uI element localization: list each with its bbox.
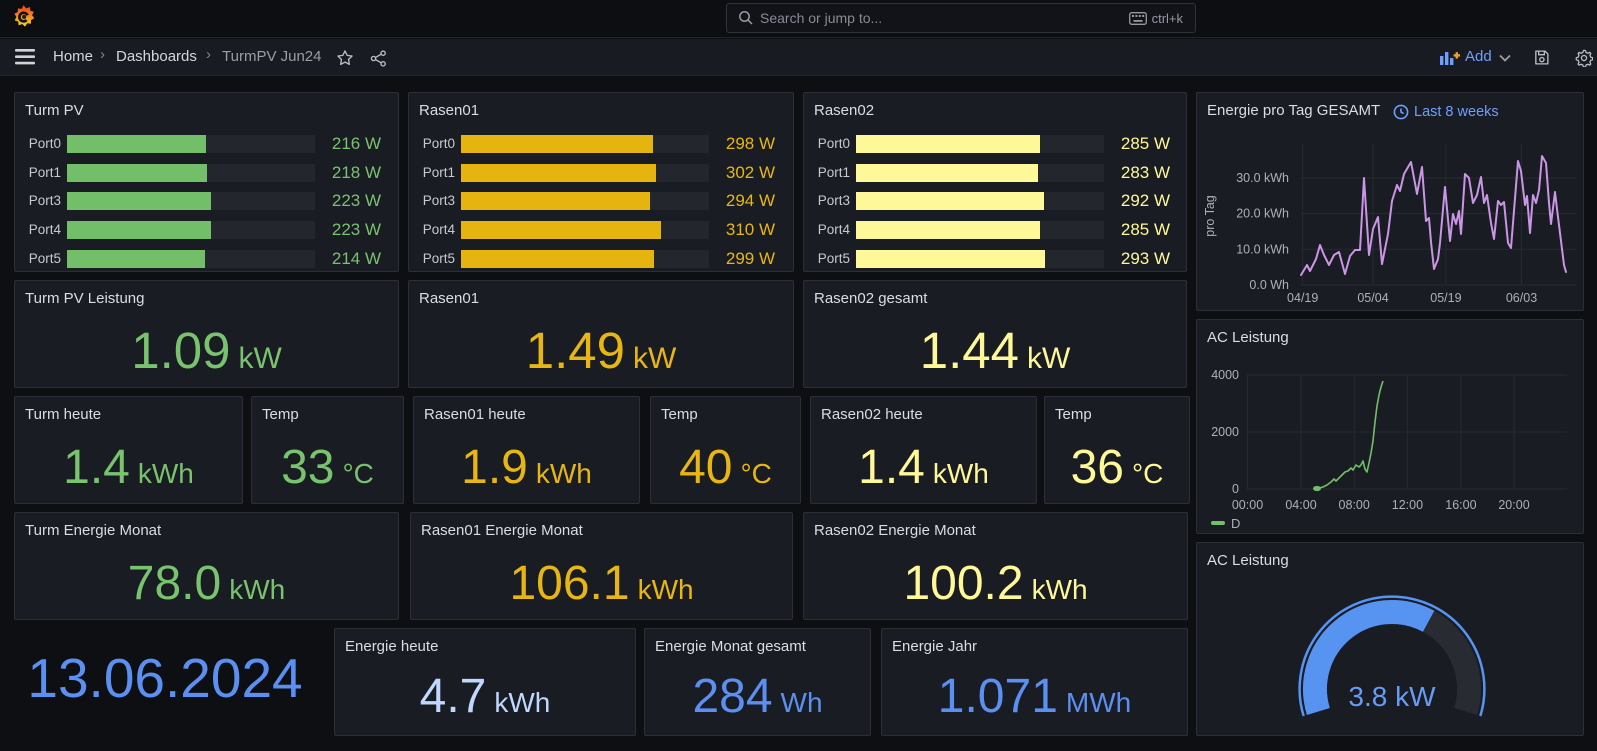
svg-text:05/19: 05/19	[1430, 291, 1461, 305]
svg-text:3.8 kW: 3.8 kW	[1348, 681, 1436, 712]
svg-text:10.0 kWh: 10.0 kWh	[1236, 242, 1289, 256]
svg-text:00:00: 00:00	[1232, 498, 1263, 512]
svg-text:06/03: 06/03	[1506, 291, 1537, 305]
svg-text:4000: 4000	[1211, 368, 1239, 382]
svg-text:0.0 Wh: 0.0 Wh	[1249, 278, 1289, 292]
svg-text:05/04: 05/04	[1357, 291, 1388, 305]
svg-text:0: 0	[1232, 482, 1239, 496]
svg-text:08:00: 08:00	[1339, 498, 1370, 512]
svg-text:30.0 kWh: 30.0 kWh	[1236, 171, 1289, 185]
svg-text:pro Tag: pro Tag	[1203, 195, 1217, 237]
svg-text:04/19: 04/19	[1287, 291, 1318, 305]
svg-text:D: D	[1231, 516, 1240, 531]
svg-text:2000: 2000	[1211, 425, 1239, 439]
svg-text:20.0 kWh: 20.0 kWh	[1236, 207, 1289, 221]
svg-text:04:00: 04:00	[1285, 498, 1316, 512]
svg-text:16:00: 16:00	[1445, 498, 1476, 512]
svg-text:12:00: 12:00	[1392, 498, 1423, 512]
svg-text:20:00: 20:00	[1498, 498, 1529, 512]
